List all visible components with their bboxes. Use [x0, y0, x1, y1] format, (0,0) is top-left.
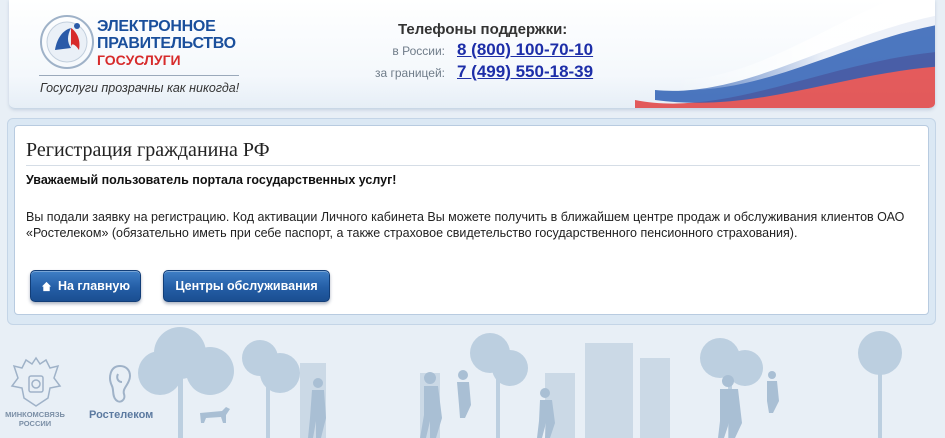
ministry-label: МИНКОМСВЯЗЬ РОССИИ: [4, 410, 66, 428]
ministry-emblem-icon: [10, 356, 62, 407]
phone-row-abroad: за границей: 7 (499) 550-18-39: [359, 62, 659, 84]
support-phones-title: Телефоны поддержки:: [398, 21, 568, 38]
title-divider: [26, 165, 920, 166]
logo-wordmark: ЭЛЕКТРОННОЕ ПРАВИТЕЛЬСТВО ГОСУСЛУГИ: [97, 18, 236, 69]
home-button[interactable]: На главную: [30, 270, 141, 302]
rostelecom-logo-icon: [109, 364, 132, 403]
content-frame: Регистрация гражданина РФ Уважаемый поль…: [7, 118, 936, 325]
rostelecom-label: Ростелеком: [89, 409, 154, 421]
registration-panel: Регистрация гражданина РФ Уважаемый поль…: [14, 125, 929, 315]
phone-label-abroad: за границей:: [374, 66, 445, 80]
ministry-label-line1: МИНКОМСВЯЗЬ: [5, 410, 65, 419]
site-tagline: Госуслуги прозрачны как никогда!: [40, 81, 240, 95]
phone-link-russia[interactable]: 8 (800) 100-70-10: [457, 40, 593, 60]
phone-row-russia: в России: 8 (800) 100-70-10: [359, 40, 659, 62]
page-title: Регистрация гражданина РФ: [26, 139, 270, 161]
phone-label-russia: в России:: [392, 44, 445, 58]
russian-flag-graphic: [635, 0, 935, 108]
ministry-label-line2: РОССИИ: [18, 419, 52, 428]
phone-link-abroad[interactable]: 7 (499) 550-18-39: [457, 62, 593, 82]
greeting-text: Уважаемый пользователь портала государст…: [26, 173, 397, 187]
site-header: ЭЛЕКТРОННОЕ ПРАВИТЕЛЬСТВО ГОСУСЛУГИ Госу…: [9, 0, 935, 109]
service-centers-button-label: Центры обслуживания: [175, 279, 318, 293]
service-centers-button[interactable]: Центры обслуживания: [163, 270, 330, 302]
logo-line-electronic: ЭЛЕКТРОННОЕ: [97, 18, 216, 35]
home-button-label: На главную: [57, 279, 131, 293]
gosuslugi-emblem-icon: [40, 15, 94, 69]
logo-divider: [39, 75, 239, 76]
home-icon: [41, 281, 52, 291]
logo-line-gosuslugi: ГОСУСЛУГИ: [97, 52, 181, 68]
logo-line-government: ПРАВИТЕЛЬСТВО: [97, 35, 236, 52]
registration-message: Вы подали заявку на регистрацию. Код акт…: [26, 210, 905, 240]
